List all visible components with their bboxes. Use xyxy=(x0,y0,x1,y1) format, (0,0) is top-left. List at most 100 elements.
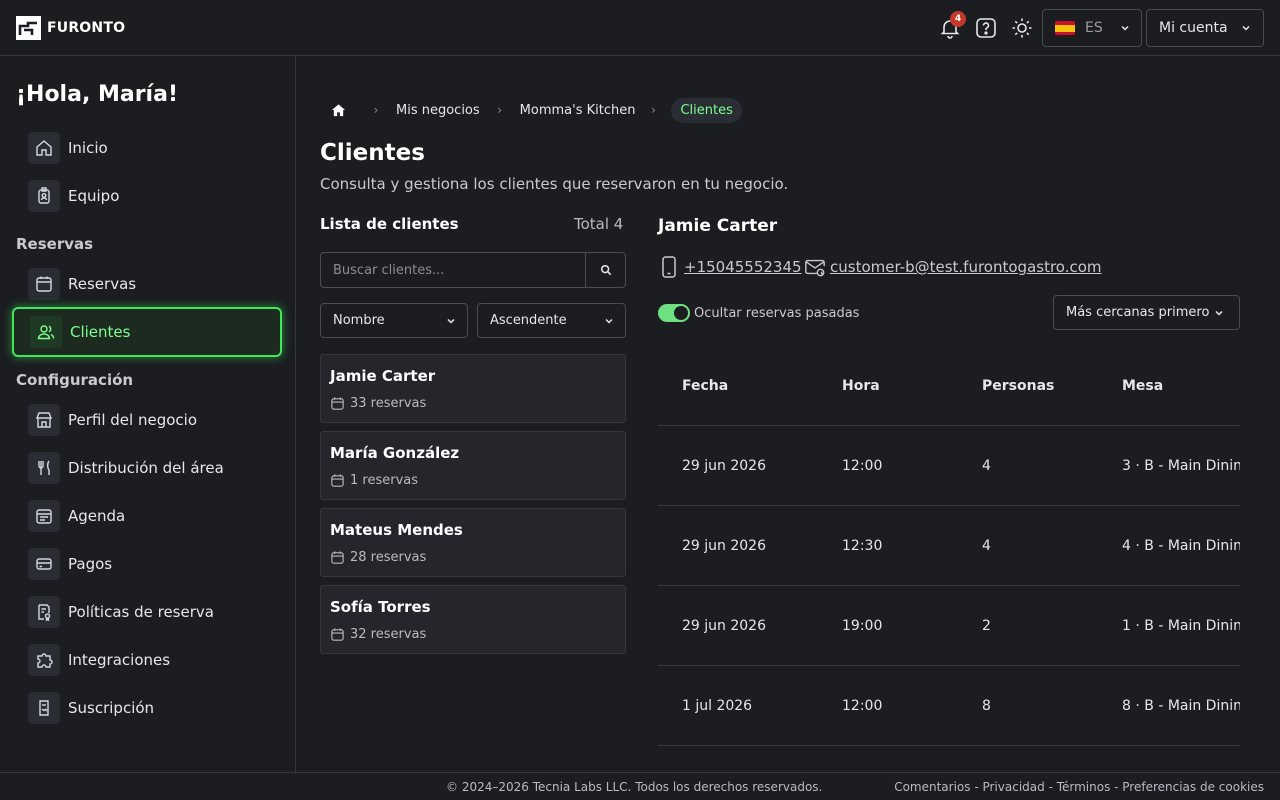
reservations-table: Fecha Hora Personas Mesa 29 jun 2026 12:… xyxy=(658,346,1240,746)
client-list-total: Total 4 xyxy=(574,215,624,233)
sidebar-item-label: Perfil del negocio xyxy=(68,411,198,429)
client-detail-name: Jamie Carter xyxy=(658,216,778,236)
reservation-sort-value: Más cercanas primero xyxy=(1066,305,1210,320)
sidebar-item-perfil-negocio[interactable]: Perfil del negocio xyxy=(12,396,282,444)
reservation-sort-select[interactable]: Más cercanas primero xyxy=(1053,295,1240,330)
sidebar-item-agenda[interactable]: Agenda xyxy=(12,492,282,540)
cell-hora: 12:00 xyxy=(842,458,883,474)
sun-icon[interactable] xyxy=(1010,16,1034,40)
help-icon[interactable] xyxy=(974,16,998,40)
table-header-row: Fecha Hora Personas Mesa xyxy=(658,346,1240,426)
sidebar-item-equipo[interactable]: Equipo xyxy=(12,172,282,220)
breadcrumb-separator: › xyxy=(373,103,379,117)
cell-hora: 12:30 xyxy=(842,538,883,554)
cell-fecha: 29 jun 2026 xyxy=(682,538,766,554)
breadcrumb-item-business[interactable]: Momma's Kitchen xyxy=(520,103,636,118)
client-list-title: Lista de clientes xyxy=(320,215,459,233)
cell-fecha: 1 jul 2026 xyxy=(682,698,753,714)
cell-mesa: 3 · B - Main Dinin... xyxy=(1122,458,1240,474)
page-subtitle: Consulta y gestiona los clientes que res… xyxy=(320,175,789,193)
notification-badge: 4 xyxy=(950,11,966,27)
table-row[interactable]: 29 jun 2026 12:30 4 4 · B - Main Dinin..… xyxy=(658,506,1240,586)
client-card[interactable]: Sofía Torres 32 reservas xyxy=(320,585,626,654)
account-label: Mi cuenta xyxy=(1159,20,1228,36)
hide-past-label: Ocultar reservas pasadas xyxy=(694,305,860,321)
cell-personas: 4 xyxy=(982,458,991,474)
language-select[interactable]: ES xyxy=(1042,9,1142,47)
table-row[interactable]: 29 jun 2026 19:00 2 1 · B - Main Dinin..… xyxy=(658,586,1240,666)
sidebar-item-label: Suscripción xyxy=(68,699,155,717)
cell-hora: 12:00 xyxy=(842,698,883,714)
account-menu[interactable]: Mi cuenta xyxy=(1146,9,1264,47)
search-button[interactable] xyxy=(585,253,625,287)
section-label-configuracion: Configuración xyxy=(16,371,134,389)
sidebar-item-integraciones[interactable]: Integraciones xyxy=(12,636,282,684)
breadcrumb-current: Clientes xyxy=(671,97,742,123)
home-icon xyxy=(331,103,345,116)
logo[interactable]: FURONTO xyxy=(16,16,125,40)
cell-mesa: 8 · B - Main Dinin... xyxy=(1122,698,1240,714)
client-card[interactable]: María González 1 reservas xyxy=(320,431,626,500)
client-name: María González xyxy=(330,444,460,462)
chevron-down-icon xyxy=(447,318,455,324)
client-name: Mateus Mendes xyxy=(330,521,463,539)
client-reservations: 33 reservas xyxy=(330,396,426,411)
logo-text: FURONTO xyxy=(47,20,126,36)
calendar-icon xyxy=(331,474,344,487)
client-reservations: 28 reservas xyxy=(330,550,426,565)
client-phone-link[interactable]: +15045552345 xyxy=(658,255,802,279)
chevron-down-icon xyxy=(1215,310,1223,316)
search-input[interactable] xyxy=(321,253,585,287)
sidebar-item-label: Inicio xyxy=(68,139,108,157)
sidebar-item-pagos[interactable]: Pagos xyxy=(12,540,282,588)
client-card[interactable]: Jamie Carter 33 reservas xyxy=(320,354,626,423)
client-reservations: 1 reservas xyxy=(330,473,418,488)
client-card[interactable]: Mateus Mendes 28 reservas xyxy=(320,508,626,577)
cell-fecha: 29 jun 2026 xyxy=(682,618,766,634)
hide-past-toggle[interactable] xyxy=(658,304,690,322)
home-icon xyxy=(28,132,60,164)
sort-field-select[interactable]: Nombre xyxy=(320,303,468,338)
sidebar: ¡Hola, María! Inicio Equipo Reservas Res… xyxy=(0,56,296,772)
logo-icon xyxy=(16,16,41,40)
column-header-mesa: Mesa xyxy=(1122,378,1164,394)
breadcrumb-home[interactable] xyxy=(320,96,356,124)
sort-order-select[interactable]: Ascendente xyxy=(477,303,626,338)
footer-copyright: © 2024–2026 Tecnia Labs LLC. Todos los d… xyxy=(446,780,823,794)
sort-order-value: Ascendente xyxy=(490,313,567,328)
calendar-icon xyxy=(28,268,60,300)
top-bar: FURONTO 4 ES Mi cuenta xyxy=(0,0,1280,56)
chevron-down-icon xyxy=(605,318,613,324)
column-header-hora: Hora xyxy=(842,378,880,394)
page-title: Clientes xyxy=(320,140,425,166)
policy-icon xyxy=(28,596,60,628)
language-label: ES xyxy=(1085,20,1103,36)
badge-icon xyxy=(28,180,60,212)
calendar-icon xyxy=(331,551,344,564)
client-name: Sofía Torres xyxy=(330,598,431,616)
sidebar-item-clientes[interactable]: Clientes xyxy=(12,307,282,357)
chevron-down-icon xyxy=(1121,25,1129,31)
section-label-reservas: Reservas xyxy=(16,235,94,253)
column-header-fecha: Fecha xyxy=(682,378,729,394)
breadcrumb-item-negocios[interactable]: Mis negocios xyxy=(396,103,480,118)
sidebar-item-inicio[interactable]: Inicio xyxy=(12,124,282,172)
sidebar-item-politicas[interactable]: Políticas de reserva xyxy=(12,588,282,636)
footer: © 2024–2026 Tecnia Labs LLC. Todos los d… xyxy=(0,772,1280,800)
table-row[interactable]: 1 jul 2026 12:00 8 8 · B - Main Dinin... xyxy=(658,666,1240,746)
puzzle-icon xyxy=(28,644,60,676)
footer-links[interactable]: Comentarios - Privacidad - Términos - Pr… xyxy=(894,780,1264,794)
client-email-link[interactable]: customer-b@test.furontogastro.com xyxy=(804,255,1102,279)
sidebar-item-distribucion[interactable]: Distribución del área xyxy=(12,444,282,492)
sidebar-item-reservas[interactable]: Reservas xyxy=(12,260,282,308)
sort-field-value: Nombre xyxy=(333,313,385,328)
spain-flag-icon xyxy=(1055,21,1075,35)
client-reservations: 32 reservas xyxy=(330,627,426,642)
subscription-icon xyxy=(28,692,60,724)
sidebar-item-label: Distribución del área xyxy=(68,459,224,477)
sidebar-item-suscripcion[interactable]: Suscripción xyxy=(12,684,282,732)
table-row[interactable]: 29 jun 2026 12:00 4 3 · B - Main Dinin..… xyxy=(658,426,1240,506)
breadcrumb-separator: › xyxy=(497,103,503,117)
cell-personas: 4 xyxy=(982,538,991,554)
calendar-icon xyxy=(331,397,344,410)
